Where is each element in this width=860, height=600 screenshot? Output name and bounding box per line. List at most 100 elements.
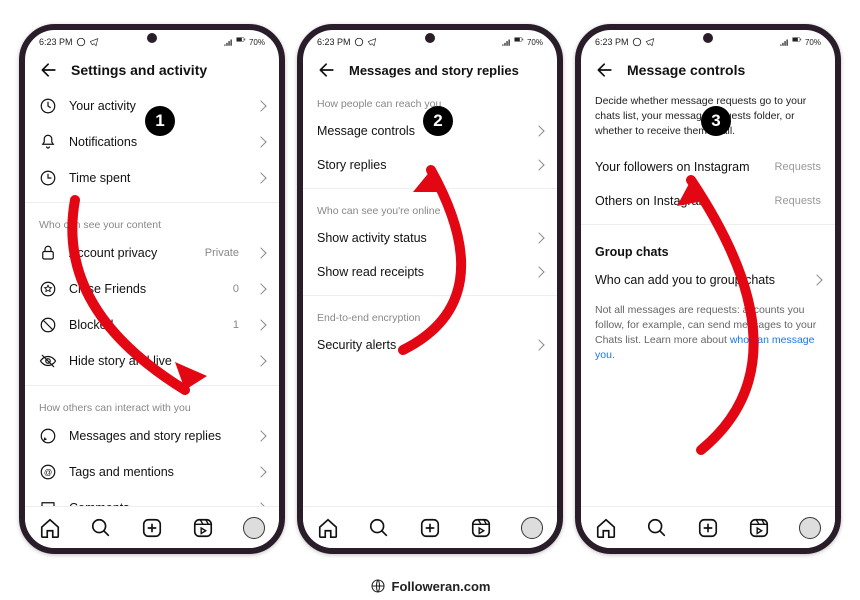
home-icon xyxy=(595,517,617,539)
reels-icon xyxy=(192,517,214,539)
arrow-left-icon xyxy=(595,60,615,80)
globe-icon xyxy=(370,578,386,594)
settings-row[interactable]: Hide story and live xyxy=(25,343,279,379)
page-title: Messages and story replies xyxy=(349,63,519,78)
reels-icon xyxy=(748,517,770,539)
settings-row[interactable]: Blocked 1 xyxy=(25,307,279,343)
nav-profile[interactable] xyxy=(798,516,822,540)
chevron-right-icon xyxy=(255,466,266,477)
nav-search[interactable] xyxy=(367,516,391,540)
settings-row[interactable]: Your followers on InstagramRequests xyxy=(581,150,835,184)
camera-notch xyxy=(703,33,713,43)
row-value: 1 xyxy=(233,319,239,331)
chevron-right-icon xyxy=(255,172,266,183)
page-title: Settings and activity xyxy=(71,62,207,78)
group-chats-heading: Group chats xyxy=(581,231,835,263)
section-label: Who can see you're online xyxy=(303,195,557,221)
camera-notch xyxy=(147,33,157,43)
signal-icon xyxy=(223,37,233,47)
divider xyxy=(25,202,279,203)
settings-row[interactable]: Show activity status xyxy=(303,221,557,255)
settings-row[interactable]: Show read receipts xyxy=(303,255,557,289)
nav-home[interactable] xyxy=(594,516,618,540)
back-button[interactable] xyxy=(595,60,615,80)
chevron-right-icon xyxy=(255,355,266,366)
message-icon xyxy=(39,427,57,445)
chevron-right-icon xyxy=(533,125,544,136)
app-bar: Message controls xyxy=(581,50,835,88)
app-bar: Messages and story replies xyxy=(303,50,557,88)
back-button[interactable] xyxy=(39,60,59,80)
row-group-add[interactable]: Who can add you to group chats xyxy=(581,263,835,297)
section-label: How others can interact with you xyxy=(25,392,279,418)
telegram-icon xyxy=(89,37,99,47)
nav-profile[interactable] xyxy=(242,516,266,540)
nav-search[interactable] xyxy=(89,516,113,540)
settings-row[interactable]: Messages and story replies xyxy=(25,418,279,454)
nav-reels[interactable] xyxy=(469,516,493,540)
chevron-right-icon xyxy=(255,100,266,111)
status-time: 6:23 PM xyxy=(39,37,73,47)
row-label: Notifications xyxy=(69,135,245,149)
divider xyxy=(581,224,835,225)
nav-reels[interactable] xyxy=(191,516,215,540)
settings-row[interactable]: Account privacyPrivate xyxy=(25,235,279,271)
row-label: Others on Instagram xyxy=(595,194,709,208)
settings-row[interactable]: Time spent xyxy=(25,160,279,196)
nav-create[interactable] xyxy=(140,516,164,540)
settings-row[interactable]: @Tags and mentions xyxy=(25,454,279,490)
chevron-right-icon xyxy=(255,430,266,441)
row-value: Private xyxy=(205,247,239,259)
battery-percent: 70% xyxy=(249,38,265,47)
nav-profile[interactable] xyxy=(520,516,544,540)
bottom-nav xyxy=(25,506,279,548)
row-label: Security alerts xyxy=(317,338,396,352)
nav-reels[interactable] xyxy=(747,516,771,540)
message-controls-content: Decide whether message requests go to yo… xyxy=(581,88,835,542)
chevron-right-icon xyxy=(255,319,266,330)
search-icon xyxy=(90,517,112,539)
nav-home[interactable] xyxy=(316,516,340,540)
reels-icon xyxy=(470,517,492,539)
avatar-icon xyxy=(521,517,543,539)
step-badge-3: 3 xyxy=(701,106,731,136)
star-icon xyxy=(39,280,57,298)
camera-notch xyxy=(425,33,435,43)
settings-row[interactable]: Others on InstagramRequests xyxy=(581,184,835,218)
row-label: Show read receipts xyxy=(317,265,424,279)
back-button[interactable] xyxy=(317,60,337,80)
phone-1: 6:23 PM 70% Settings and activity Your a… xyxy=(19,24,285,554)
plus-square-icon xyxy=(697,517,719,539)
battery-icon xyxy=(236,37,246,47)
footer-credit: Followeran.com xyxy=(0,578,860,594)
settings-row[interactable]: Security alerts xyxy=(303,328,557,362)
divider xyxy=(303,188,557,189)
settings-row[interactable]: Story replies xyxy=(303,148,557,182)
lock-icon xyxy=(39,244,57,262)
nav-search[interactable] xyxy=(645,516,669,540)
settings-row[interactable]: Close Friends0 xyxy=(25,271,279,307)
divider xyxy=(303,295,557,296)
nav-create[interactable] xyxy=(696,516,720,540)
chevron-right-icon xyxy=(255,136,266,147)
status-time: 6:23 PM xyxy=(595,37,629,47)
battery-icon xyxy=(514,37,524,47)
chevron-right-icon xyxy=(533,159,544,170)
section-label: End-to-end encryption xyxy=(303,302,557,328)
plus-square-icon xyxy=(141,517,163,539)
chevron-right-icon xyxy=(811,274,822,285)
battery-icon xyxy=(792,37,802,47)
section-label: Who can see your content xyxy=(25,209,279,235)
row-label: Show activity status xyxy=(317,231,427,245)
search-icon xyxy=(646,517,668,539)
battery-percent: 70% xyxy=(527,38,543,47)
row-label: Story replies xyxy=(317,158,386,172)
row-label: Blocked xyxy=(69,318,221,332)
nav-home[interactable] xyxy=(38,516,62,540)
app-bar: Settings and activity xyxy=(25,50,279,88)
signal-icon xyxy=(779,37,789,47)
nav-create[interactable] xyxy=(418,516,442,540)
messages-content: How people can reach you Message control… xyxy=(303,88,557,542)
page-title: Message controls xyxy=(627,62,745,78)
divider xyxy=(25,385,279,386)
